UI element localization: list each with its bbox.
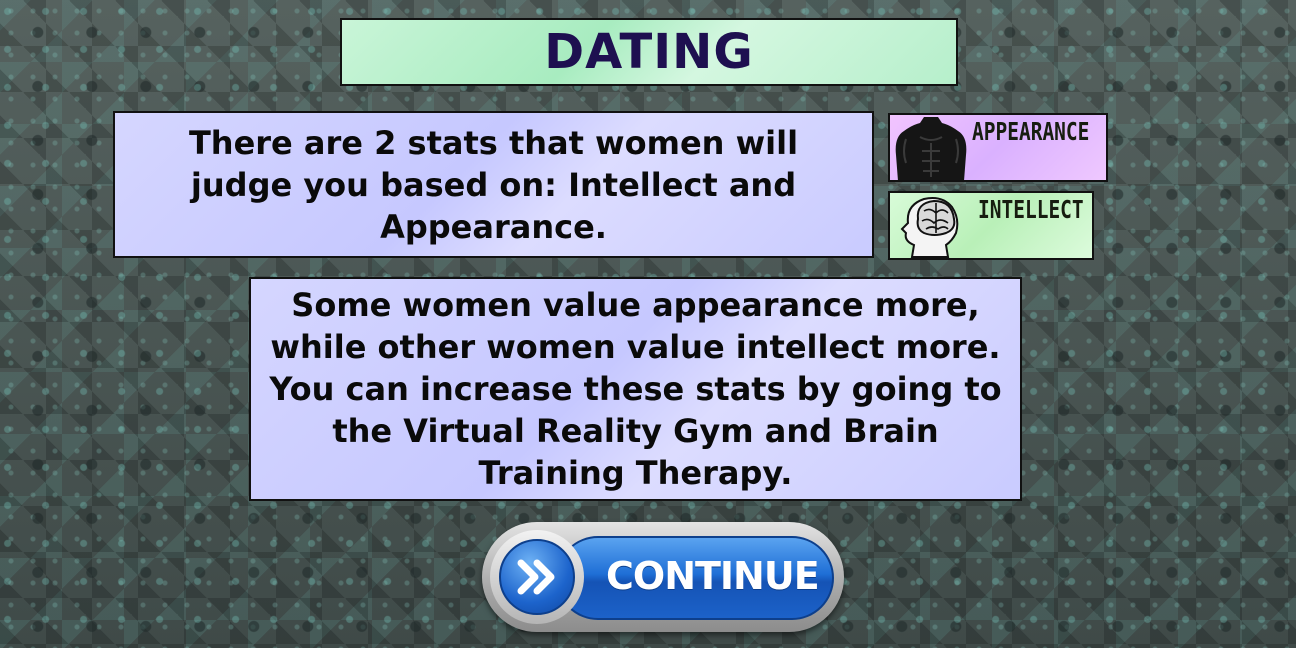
appearance-stat-badge: APPEARANCE (888, 113, 1108, 182)
detail-text: Some women value appearance more, while … (269, 286, 1002, 492)
muscular-torso-icon (895, 117, 967, 180)
detail-panel: Some women value appearance more, while … (249, 277, 1022, 501)
continue-label[interactable]: CONTINUE (606, 554, 820, 598)
page-title: DATING (544, 24, 754, 80)
title-panel: DATING (340, 18, 958, 86)
brain-head-icon (900, 197, 959, 258)
intro-text: There are 2 stats that women will judge … (188, 123, 799, 246)
intellect-label: INTELLECT (978, 195, 1084, 224)
continue-button[interactable]: CONTINUE (482, 522, 844, 632)
appearance-label: APPEARANCE (972, 117, 1090, 146)
continue-icon-ring[interactable] (490, 530, 584, 624)
continue-icon-circle[interactable] (499, 539, 575, 615)
intellect-stat-badge: INTELLECT (888, 191, 1094, 260)
intro-panel: There are 2 stats that women will judge … (113, 111, 874, 258)
double-chevron-right-icon[interactable] (515, 559, 559, 595)
